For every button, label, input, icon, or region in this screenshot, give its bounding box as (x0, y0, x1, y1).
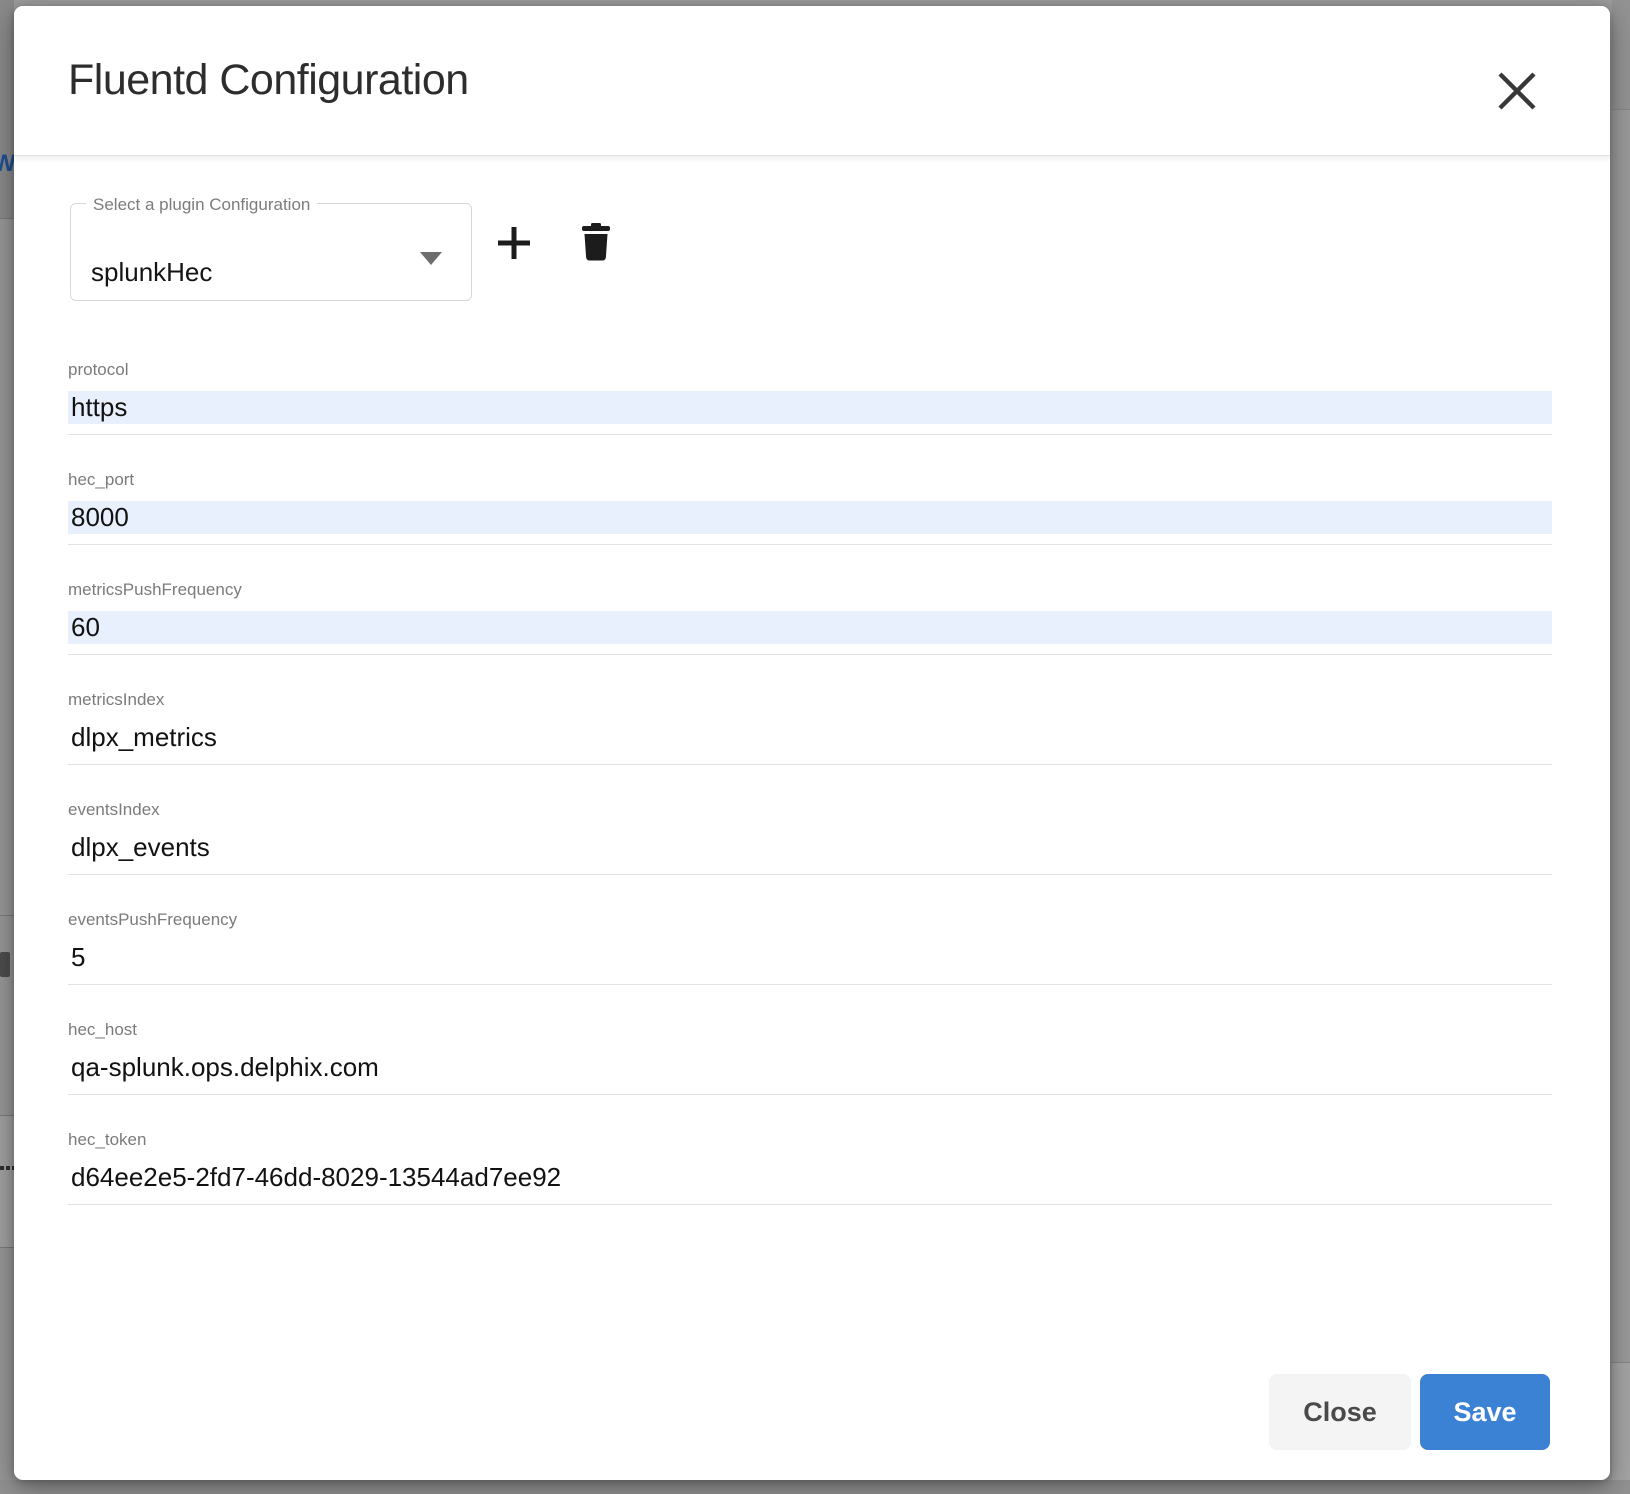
backdrop-left-strip-light (0, 1116, 14, 1247)
form-field: eventsPushFrequency 5 (68, 911, 1552, 1021)
backdrop-bottom-strip (0, 1480, 1630, 1494)
add-config-button[interactable] (498, 226, 530, 260)
field-input[interactable]: 60 (68, 611, 1552, 644)
plugin-selector-row: Select a plugin Configuration splunkHec (70, 203, 1610, 301)
dialog-header: Fluentd Configuration (14, 6, 1610, 156)
field-label: metricsIndex (68, 691, 1552, 708)
form-field: metricsPushFrequency 60 (68, 581, 1552, 691)
field-label: hec_port (68, 471, 1552, 488)
field-underline (68, 764, 1552, 765)
field-underline (68, 544, 1552, 545)
backdrop-right-strip-bottom (1612, 1363, 1630, 1494)
field-input[interactable]: qa-splunk.ops.delphix.com (68, 1051, 1552, 1084)
plugin-config-select-label: Select a plugin Configuration (86, 195, 317, 215)
backdrop-right-strip (1612, 0, 1630, 1494)
field-label: hec_token (68, 1131, 1552, 1148)
trash-icon (582, 223, 610, 261)
backdrop-row-divider (0, 915, 14, 916)
save-button[interactable]: Save (1420, 1374, 1550, 1450)
backdrop-left-strip (0, 0, 14, 1494)
field-input[interactable]: dlpx_events (68, 831, 1552, 864)
field-input[interactable]: https (68, 391, 1552, 424)
dialog-body: Select a plugin Configuration splunkHec (14, 203, 1610, 1241)
backdrop-left-strip-top (0, 0, 14, 218)
plus-icon (498, 226, 530, 260)
backdrop-clipped-trash-icon (0, 952, 10, 977)
field-input[interactable]: 5 (68, 941, 1552, 974)
field-label: hec_host (68, 1021, 1552, 1038)
delete-config-button[interactable] (582, 223, 610, 261)
field-input[interactable]: dlpx_metrics (68, 721, 1552, 754)
backdrop-row-divider (0, 1247, 14, 1248)
field-underline (68, 654, 1552, 655)
form-field: hec_port 8000 (68, 471, 1552, 581)
field-underline (68, 1204, 1552, 1205)
field-underline (68, 874, 1552, 875)
field-label: protocol (68, 361, 1552, 378)
fluentd-config-dialog: Fluentd Configuration Select a plugin Co… (14, 6, 1610, 1480)
plugin-config-select-value: splunkHec (91, 257, 212, 288)
plugin-config-select[interactable]: Select a plugin Configuration splunkHec (70, 203, 472, 301)
dialog-title: Fluentd Configuration (68, 56, 469, 105)
x-icon (1498, 72, 1536, 110)
form-field: metricsIndex dlpx_metrics (68, 691, 1552, 801)
backdrop-row-divider (1612, 109, 1630, 110)
screen: W Fluentd Configuration Select a plugin … (0, 0, 1630, 1494)
field-label: eventsPushFrequency (68, 911, 1552, 928)
dialog-footer: Close Save (1269, 1374, 1550, 1450)
form-field: hec_token d64ee2e5-2fd7-46dd-8029-13544a… (68, 1131, 1552, 1241)
close-dialog-button[interactable] (1494, 68, 1540, 114)
config-fields: protocol https hec_port 8000 metricsPush… (68, 361, 1552, 1241)
backdrop-row-divider (0, 218, 14, 219)
field-input[interactable]: 8000 (68, 501, 1552, 534)
backdrop-right-strip-top (1612, 0, 1630, 109)
chevron-down-icon (420, 252, 442, 265)
field-underline (68, 1094, 1552, 1095)
close-button[interactable]: Close (1269, 1374, 1411, 1450)
field-underline (68, 984, 1552, 985)
field-label: eventsIndex (68, 801, 1552, 818)
form-field: hec_host qa-splunk.ops.delphix.com (68, 1021, 1552, 1131)
field-underline (68, 434, 1552, 435)
field-input[interactable]: d64ee2e5-2fd7-46dd-8029-13544ad7ee92 (68, 1161, 1552, 1194)
form-field: eventsIndex dlpx_events (68, 801, 1552, 911)
field-label: metricsPushFrequency (68, 581, 1552, 598)
form-field: protocol https (68, 361, 1552, 471)
